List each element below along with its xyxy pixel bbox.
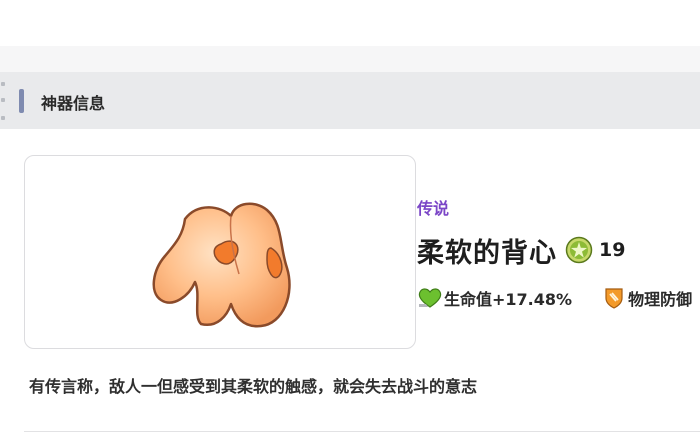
rarity-label: 传说 xyxy=(417,199,450,218)
green-star-badge-icon xyxy=(565,236,593,264)
artifact-image-card xyxy=(24,155,416,349)
drag-handle-dots xyxy=(0,78,6,123)
artifact-name: 柔软的背心 xyxy=(417,237,557,269)
divider xyxy=(24,431,700,432)
green-heart-icon xyxy=(418,288,442,308)
stat-hp-label: 生命值+17.48% xyxy=(444,290,573,309)
artifact-description: 有传言称，敌人一但感受到其柔软的触感，就会失去战斗的意志 xyxy=(29,377,478,396)
artifact-level: 19 xyxy=(599,239,626,261)
soft-vest-artwork xyxy=(152,202,291,328)
section-title: 神器信息 xyxy=(41,94,106,113)
stat-physical-defense: 物理防御 xyxy=(601,286,692,310)
stats-row: 生命值+17.48% 物理防御 xyxy=(417,286,692,310)
top-strip xyxy=(0,46,700,72)
stat-hp: 生命值+17.48% xyxy=(417,286,572,310)
orange-shield-icon xyxy=(605,288,623,309)
section-accent-bar xyxy=(19,89,24,113)
artifact-name-row: 柔软的背心 19 xyxy=(417,232,626,269)
stat-defense-label: 物理防御 xyxy=(628,290,693,309)
